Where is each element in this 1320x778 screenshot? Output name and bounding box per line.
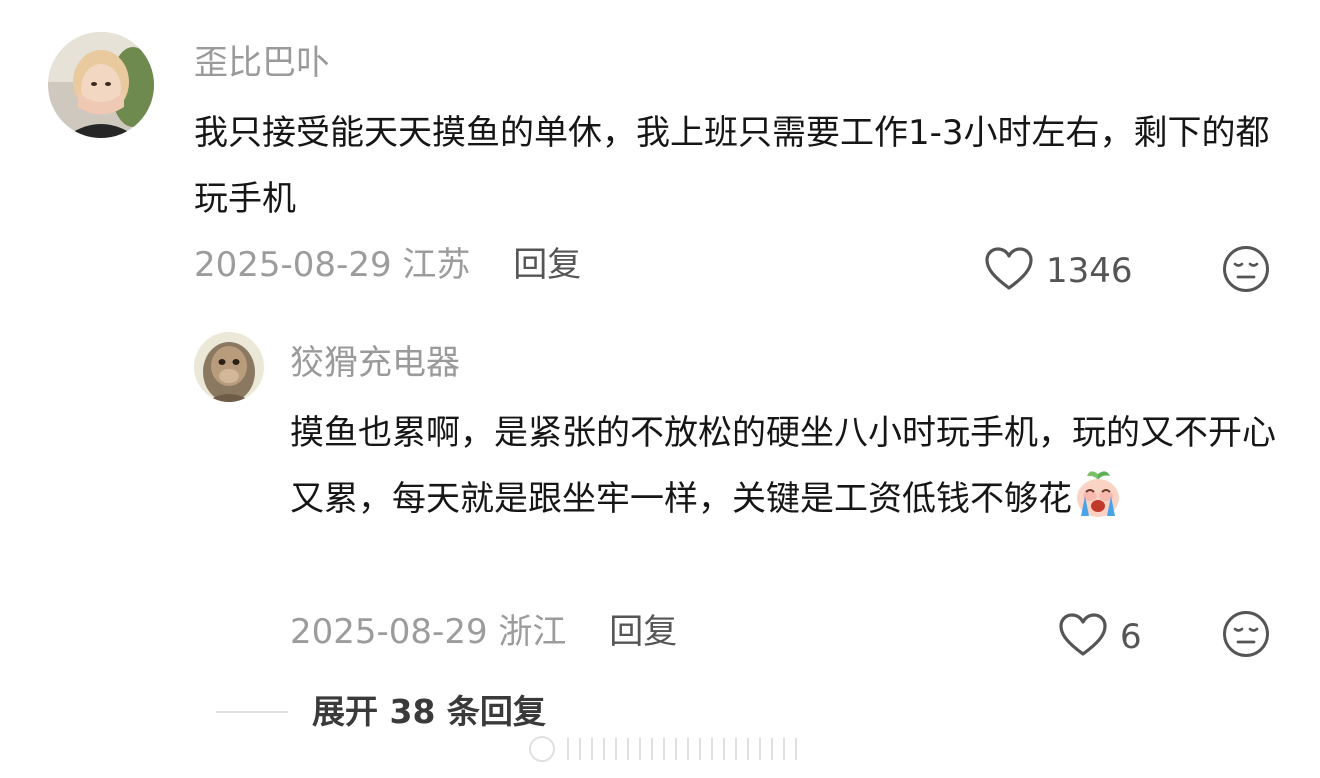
user-avatar[interactable] — [48, 32, 154, 138]
username[interactable]: 狡猾充电器 — [290, 343, 460, 383]
comment-text-body: 摸鱼也累啊，是紧张的不放松的硬坐八小时玩手机，玩的又不开心又累，每天就是跟坐牢一… — [290, 413, 1276, 519]
comment-date: 2025-08-29 — [290, 612, 488, 652]
divider — [216, 711, 288, 713]
comment-meta: 2025-08-29 浙江 回复 — [290, 612, 677, 652]
crying-peach-emoji-icon — [1072, 468, 1124, 520]
reply-button[interactable]: 回复 — [609, 612, 677, 652]
comment-date: 2025-08-29 — [194, 245, 392, 285]
dislike-face-icon[interactable] — [1222, 245, 1270, 293]
like-button[interactable]: 6 — [1058, 612, 1142, 662]
comment-location: 浙江 — [498, 612, 567, 652]
reply-button[interactable]: 回复 — [513, 245, 581, 285]
heart-icon — [1058, 612, 1108, 662]
username[interactable]: 歪比巴卟 — [194, 43, 330, 83]
comment-location: 江苏 — [402, 245, 471, 285]
comment-text: 摸鱼也累啊，是紧张的不放松的硬坐八小时玩手机，玩的又不开心又累，每天就是跟坐牢一… — [290, 400, 1280, 532]
heart-icon — [984, 246, 1034, 296]
watermark-icon — [528, 732, 800, 766]
comment-text: 我只接受能天天摸鱼的单休，我上班只需要工作1-3小时左右，剩下的都玩手机 — [194, 113, 1270, 219]
like-button[interactable]: 1346 — [984, 246, 1133, 296]
dislike-face-icon[interactable] — [1222, 610, 1270, 658]
comment-meta: 2025-08-29 江苏 回复 — [194, 245, 581, 285]
expand-replies-label: 展开 38 条回复 — [312, 692, 546, 731]
like-count: 1346 — [1046, 251, 1133, 291]
user-avatar[interactable] — [194, 332, 264, 402]
expand-replies-button[interactable]: 展开 38 条回复 — [216, 692, 546, 732]
like-count: 6 — [1120, 617, 1142, 657]
